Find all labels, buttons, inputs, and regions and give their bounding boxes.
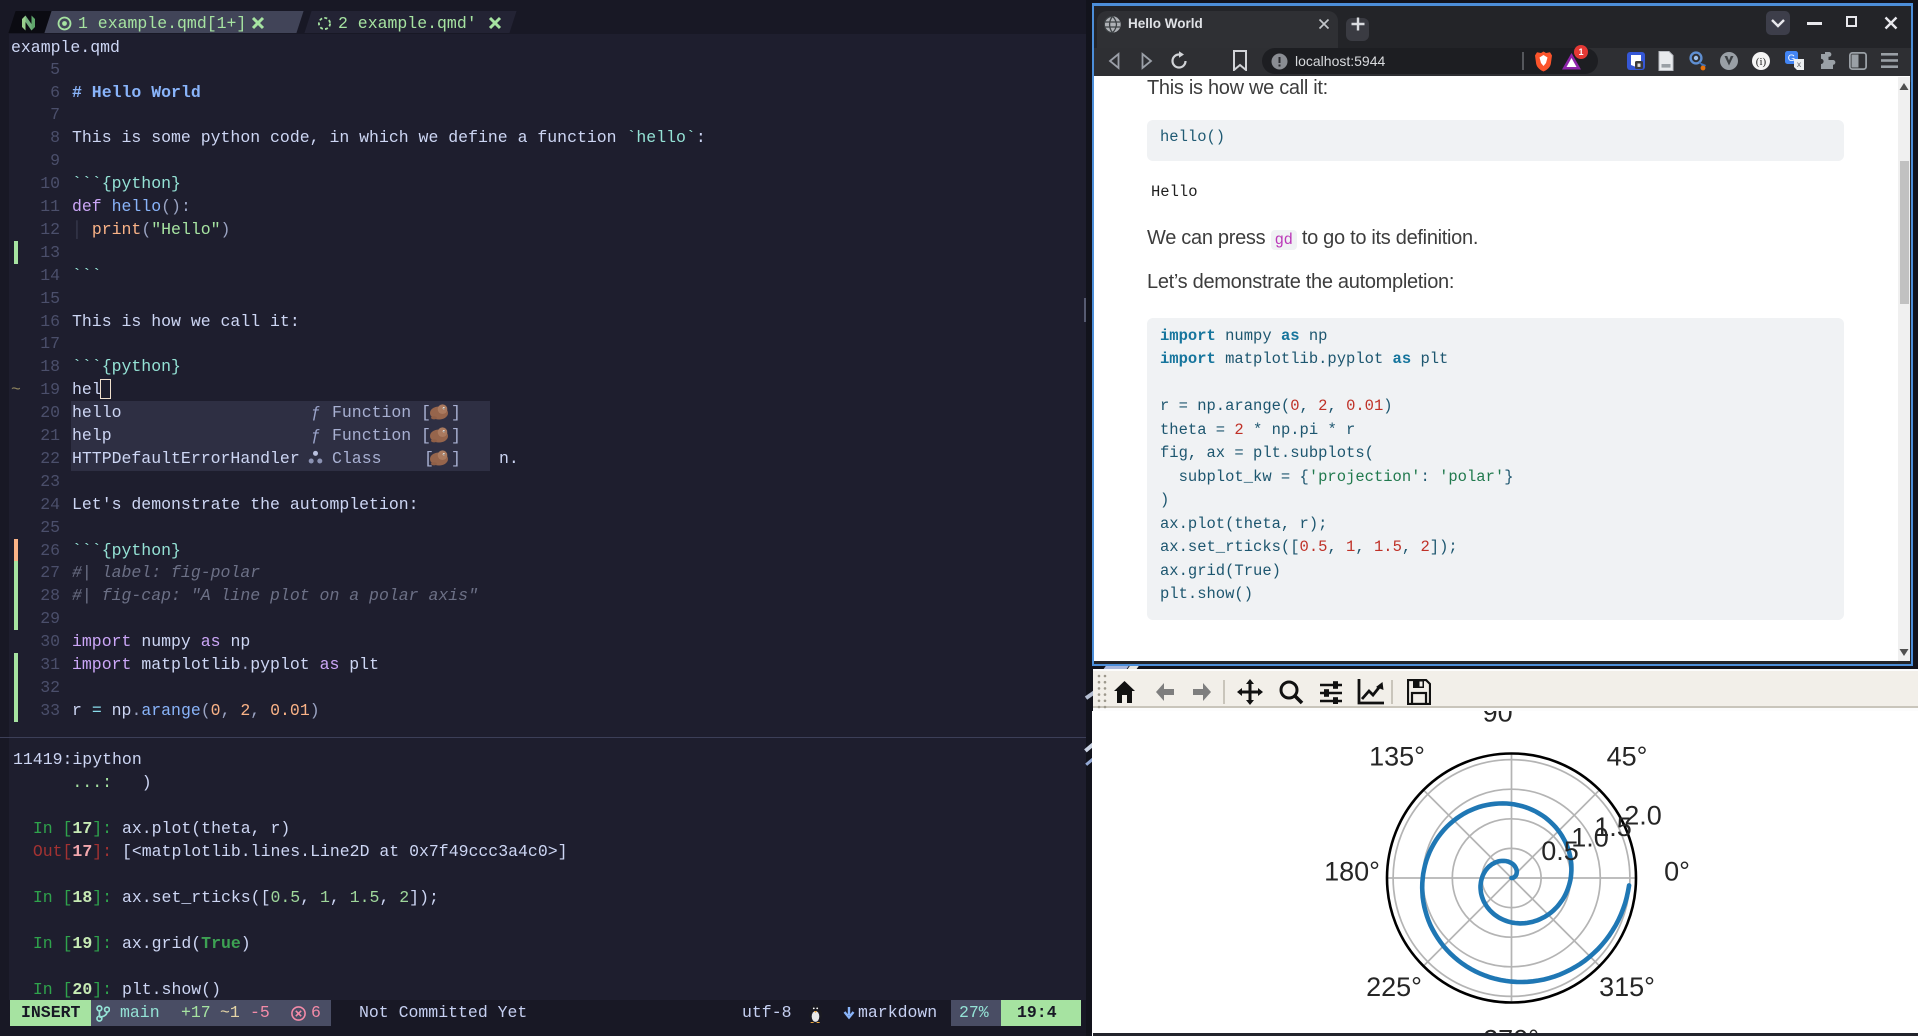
svg-text:135°: 135° <box>1369 742 1425 772</box>
svg-text:(i): (i) <box>1756 56 1767 68</box>
svg-text:90°: 90° <box>1483 711 1524 728</box>
svg-text:45°: 45° <box>1607 742 1648 772</box>
svg-text:180°: 180° <box>1324 857 1380 887</box>
svg-text:2.0: 2.0 <box>1624 801 1662 831</box>
svg-text:315°: 315° <box>1599 972 1655 1002</box>
svg-text:225°: 225° <box>1366 972 1422 1002</box>
svg-text:0°: 0° <box>1664 857 1690 887</box>
